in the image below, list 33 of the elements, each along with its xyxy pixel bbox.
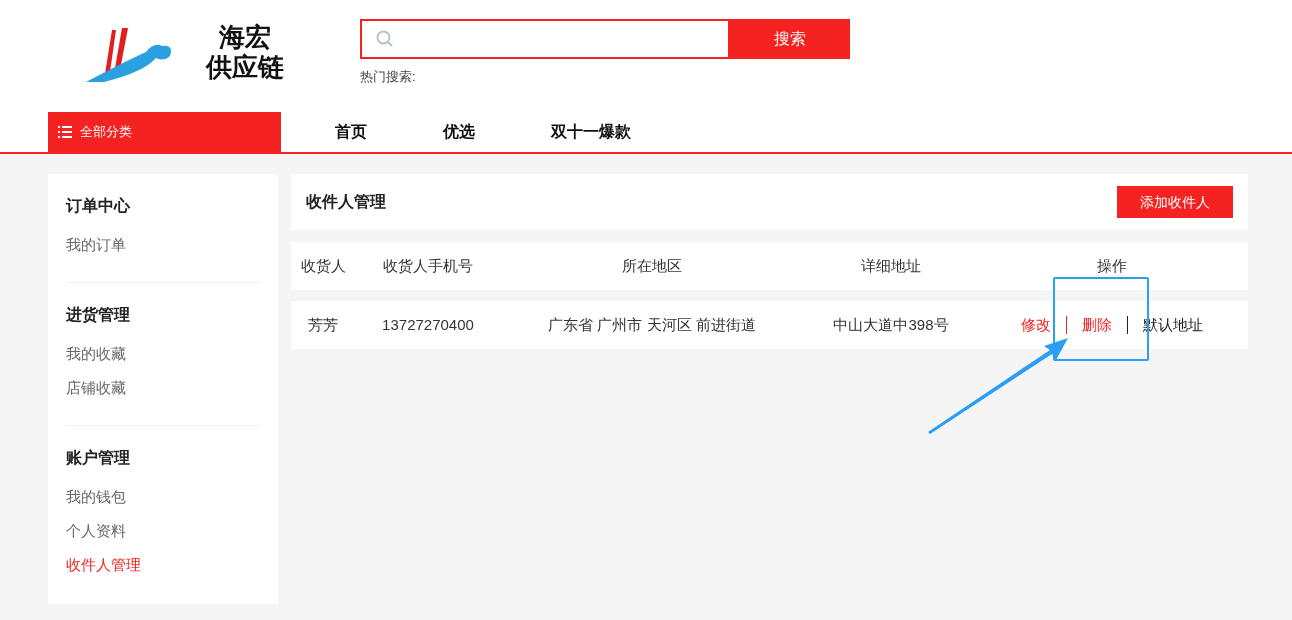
- row-action-link[interactable]: 修改: [1021, 313, 1051, 337]
- column-header: 收货人手机号: [382, 255, 474, 276]
- column-header: 操作: [1096, 255, 1128, 276]
- add-recipient-button[interactable]: 添加收件人: [1117, 186, 1233, 218]
- sidebar-heading: 进货管理: [66, 305, 131, 326]
- sidebar-link[interactable]: 我的钱包: [66, 480, 260, 514]
- search-button[interactable]: 搜索: [730, 19, 850, 59]
- sidebar-link[interactable]: 我的收藏: [66, 337, 260, 371]
- row-action-link[interactable]: 删除: [1082, 313, 1112, 337]
- sidebar-heading: 账户管理: [66, 448, 131, 468]
- nav-link[interactable]: 优选: [425, 120, 493, 144]
- panel-title: 收件人管理: [306, 192, 386, 212]
- column-header: 详细地址: [860, 255, 922, 276]
- sidebar-link[interactable]: 收件人管理: [66, 548, 260, 582]
- search-icon: [376, 30, 394, 48]
- table-cell-text: 13727270400: [381, 314, 475, 335]
- logo-text: 海宏: [219, 22, 271, 52]
- sidebar-link[interactable]: 个人资料: [66, 514, 260, 548]
- nav-link[interactable]: 双十一爆款: [533, 120, 649, 144]
- table-cell-text: 广东省 广州市 天河区 前进街道: [547, 314, 757, 335]
- table-cell-text: 中山大道中398号: [832, 314, 950, 335]
- column-header: 收货人: [299, 255, 347, 276]
- sidebar-link[interactable]: 店铺收藏: [66, 371, 260, 405]
- nav-link[interactable]: 首页: [317, 120, 385, 144]
- all-categories-button[interactable]: 全部分类: [48, 112, 281, 152]
- list-icon: [58, 126, 72, 138]
- search-field[interactable]: [360, 19, 730, 59]
- hot-search-label: 热门搜索:: [360, 68, 417, 86]
- sidebar-link[interactable]: 我的订单: [66, 228, 260, 262]
- sidebar-heading: 订单中心: [66, 196, 131, 216]
- column-header: 所在地区: [621, 255, 683, 276]
- table-cell-text: 芳芳: [307, 314, 339, 335]
- logo-text: 供应链: [206, 52, 284, 82]
